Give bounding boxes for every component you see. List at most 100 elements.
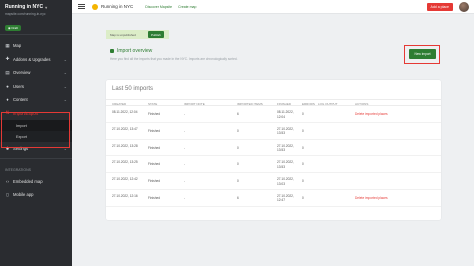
finished-time: 13:53	[277, 164, 285, 169]
cell-finished: 08.11.2022, 12:04	[277, 110, 294, 119]
users-icon: ●	[6, 83, 9, 89]
cell-note: -	[184, 162, 186, 167]
map-icon: ▦	[5, 42, 10, 48]
publish-button[interactable]: Publish	[148, 31, 164, 38]
create-map-link[interactable]: Create map	[178, 5, 196, 9]
column-header: ERRORS	[302, 101, 315, 106]
map-logo-icon	[92, 3, 98, 10]
cell-items: 6	[237, 195, 239, 200]
sidebar-item-mobile-app[interactable]: ▯ Mobile app	[0, 188, 72, 202]
chevron-down-icon: ⌄	[63, 70, 67, 76]
finished-time: 13:03	[277, 181, 285, 186]
cell-created: 08.11.2022, 12:04	[112, 110, 138, 114]
column-header: ACTIONS	[355, 101, 369, 106]
column-header: IMPORTED ITEMS	[237, 101, 263, 106]
cell-note: -	[184, 195, 186, 200]
status-badge-label: Draft	[11, 26, 18, 30]
cell-note: -	[184, 112, 186, 116]
chart-icon: ▤	[5, 69, 10, 75]
cell-state: Finished	[148, 128, 161, 133]
finished-date: 27.10.2022,	[277, 160, 294, 165]
delete-imported-places-link[interactable]: Delete imported places	[355, 112, 388, 117]
integrations-heading: INTEGRATIONS	[5, 167, 31, 172]
finished-time: 12:04	[277, 114, 285, 119]
cell-errors: 0	[302, 162, 304, 167]
sidebar-item-label: Addons & Upgrades	[13, 56, 51, 62]
sidebar-title[interactable]: Running in NYC ▾	[5, 4, 67, 10]
cell-created: 27.10.2022, 13:25	[112, 160, 138, 165]
sidebar-item-label: Overview	[13, 70, 31, 76]
banner-text: Map is unpublished	[110, 32, 136, 37]
imports-card-title: Last 50 imports	[112, 86, 154, 92]
sidebar-item-map[interactable]: ▦ Map	[0, 39, 72, 53]
phone-icon: ▯	[6, 191, 9, 197]
cell-items: 0	[237, 145, 239, 150]
finished-time: 13:53	[277, 131, 285, 136]
status-badge: ◉ Draft	[5, 25, 21, 31]
sidebar-item-overview[interactable]: ▤ Overview ⌄	[0, 66, 72, 80]
cell-state: Finished	[148, 112, 161, 116]
pin-icon: ♦	[6, 97, 9, 103]
map-title: Running in NYC	[5, 4, 44, 10]
new-import-highlight	[404, 45, 440, 64]
discover-link[interactable]: Discover Mapsite	[145, 5, 172, 9]
cell-finished: 27.10.2022, 12:47	[277, 194, 294, 203]
avatar[interactable]	[459, 2, 469, 12]
finished-date: 27.10.2022,	[277, 126, 294, 131]
import-icon	[110, 49, 114, 53]
sidebar-item-content[interactable]: ♦ Content ⌄	[0, 93, 72, 107]
cell-items: 0	[237, 128, 239, 133]
page-title-text: Import overview	[117, 48, 153, 54]
cell-state: Finished	[148, 162, 161, 167]
sidebar-item-embedded-map[interactable]: ‹› Embedded map	[0, 175, 72, 189]
cell-created: 27.10.2022, 12:42	[112, 177, 138, 182]
chevron-down-icon: ▾	[45, 4, 48, 10]
cell-finished: 27.10.2022, 13:53	[277, 127, 294, 136]
finished-date: 08.11.2022,	[277, 110, 294, 114]
cell-note: -	[184, 179, 186, 184]
cell-errors: 0	[302, 195, 304, 200]
column-header: CREATED	[112, 101, 127, 106]
cell-created: 27.10.2022, 13:47	[112, 126, 138, 131]
top-header: Running in NYC Discover Mapsite Create m…	[72, 0, 474, 14]
cell-state: Finished	[148, 195, 161, 200]
table-row: 27.10.2022, 13:25 Finished - 0 27.10.2022, 13…	[106, 156, 441, 174]
cell-items: 0	[237, 162, 239, 167]
cell-state: Finished	[148, 145, 161, 150]
divider	[0, 157, 72, 159]
cell-items: 0	[237, 179, 239, 184]
cell-items: 6	[237, 112, 239, 116]
column-header: FINISHED	[277, 101, 292, 106]
sidebar-item-addons[interactable]: ✚ Addons & Upgrades ⌄	[0, 53, 72, 67]
page-description: Here you find all the imports that you m…	[110, 57, 238, 61]
header-map-name[interactable]: Running in NYC	[101, 4, 133, 9]
page-title: Import overview	[110, 48, 152, 54]
puzzle-icon: ✚	[5, 56, 10, 62]
cell-errors: 0	[302, 145, 304, 150]
map-url[interactable]: mapsite.com/running-in-nyc	[5, 12, 67, 16]
code-icon: ‹›	[6, 178, 9, 184]
sidebar-item-users[interactable]: ● Users ⌄	[0, 80, 72, 94]
finished-date: 27.10.2022,	[277, 177, 294, 182]
imports-card: Last 50 imports CREATED STATE IMPORT NOT…	[106, 80, 441, 220]
cell-errors: 0	[302, 112, 304, 116]
menu-icon[interactable]	[78, 4, 85, 9]
delete-imported-places-link[interactable]: Delete imported places	[355, 196, 388, 201]
finished-time: 12:47	[277, 198, 285, 203]
cell-errors: 0	[302, 179, 304, 184]
table-body: 08.11.2022, 12:04 Finished -6 08.11.2022, 12…	[106, 106, 441, 207]
cell-note: -	[184, 145, 186, 150]
cell-finished: 27.10.2022, 13:03	[277, 177, 294, 186]
imports-table: CREATED STATE IMPORT NOTE IMPORTED ITEMS…	[106, 99, 441, 207]
sidebar-brand: Running in NYC ▾ mapsite.com/running-in-…	[0, 0, 72, 34]
sidebar-item-label: Mobile app	[13, 192, 34, 198]
cell-created: 27.10.2022, 12:16	[112, 193, 138, 198]
add-place-button[interactable]: Add a place	[426, 3, 453, 11]
sidebar-item-label: Embedded map	[13, 178, 43, 184]
cell-state: Finished	[148, 179, 161, 184]
cell-created: 27.10.2022, 13:28	[112, 143, 138, 148]
cell-note: -	[184, 128, 186, 133]
chevron-down-icon: ⌄	[63, 56, 67, 62]
chevron-down-icon: ⌄	[63, 83, 67, 89]
cell-finished: 27.10.2022, 13:53	[277, 144, 294, 153]
